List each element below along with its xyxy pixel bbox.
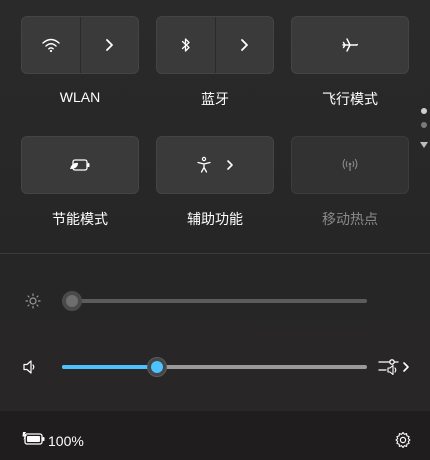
brightness-thumb-inner <box>66 295 78 307</box>
battery-saver-icon <box>69 158 91 172</box>
volume-slider-track[interactable] <box>62 365 367 369</box>
battery-saver-label: 节能模式 <box>52 211 108 227</box>
speaker-icon[interactable] <box>22 359 38 375</box>
volume-slider-fill <box>62 365 157 369</box>
page-dot-1[interactable] <box>421 108 427 114</box>
divider <box>0 253 430 254</box>
pager-down-icon[interactable] <box>419 136 429 154</box>
battery-charging-icon[interactable] <box>22 431 46 447</box>
airplane-mode-label: 飞行模式 <box>322 91 378 107</box>
bluetooth-label: 蓝牙 <box>201 91 229 107</box>
bluetooth-toggle-button[interactable] <box>157 17 215 73</box>
wlan-tile <box>21 16 139 74</box>
chevron-right-icon <box>104 38 114 52</box>
mobile-hotspot-tile[interactable] <box>291 136 409 194</box>
wlan-toggle-button[interactable] <box>22 17 80 73</box>
brightness-slider-track[interactable] <box>62 299 367 303</box>
battery-percentage[interactable]: 100% <box>48 433 84 449</box>
audio-output-icon[interactable] <box>378 357 412 377</box>
quick-settings-panel: WLAN 蓝牙 飞行模式 节能模式 辅助功能 移动热点 100% <box>0 0 430 460</box>
brightness-slider-thumb[interactable] <box>62 291 82 311</box>
gear-icon[interactable] <box>394 431 412 449</box>
wifi-icon <box>41 37 61 53</box>
accessibility-icon <box>196 156 212 174</box>
quick-actions-grid: WLAN 蓝牙 飞行模式 节能模式 辅助功能 移动热点 <box>0 0 430 252</box>
accessibility-label: 辅助功能 <box>187 211 243 227</box>
airplane-icon <box>341 36 359 54</box>
wlan-expand-button[interactable] <box>79 17 139 73</box>
page-dot-2[interactable] <box>421 122 427 128</box>
brightness-icon <box>25 293 41 309</box>
airplane-mode-tile[interactable] <box>291 16 409 74</box>
page-indicator <box>419 108 429 158</box>
bluetooth-expand-button[interactable] <box>214 17 274 73</box>
bluetooth-icon <box>180 37 192 53</box>
chevron-right-icon <box>226 159 234 171</box>
volume-slider-thumb[interactable] <box>146 357 167 377</box>
brightness-row <box>0 286 430 316</box>
battery-saver-tile[interactable] <box>21 136 139 194</box>
volume-row <box>0 352 430 382</box>
volume-thumb-inner <box>150 361 163 373</box>
mobile-hotspot-label: 移动热点 <box>322 211 378 227</box>
hotspot-icon <box>340 157 360 173</box>
footer-bar: 100% <box>0 411 430 460</box>
chevron-right-icon <box>239 38 249 52</box>
accessibility-tile[interactable] <box>156 136 274 194</box>
wlan-label: WLAN <box>59 89 101 105</box>
bluetooth-tile <box>156 16 274 74</box>
